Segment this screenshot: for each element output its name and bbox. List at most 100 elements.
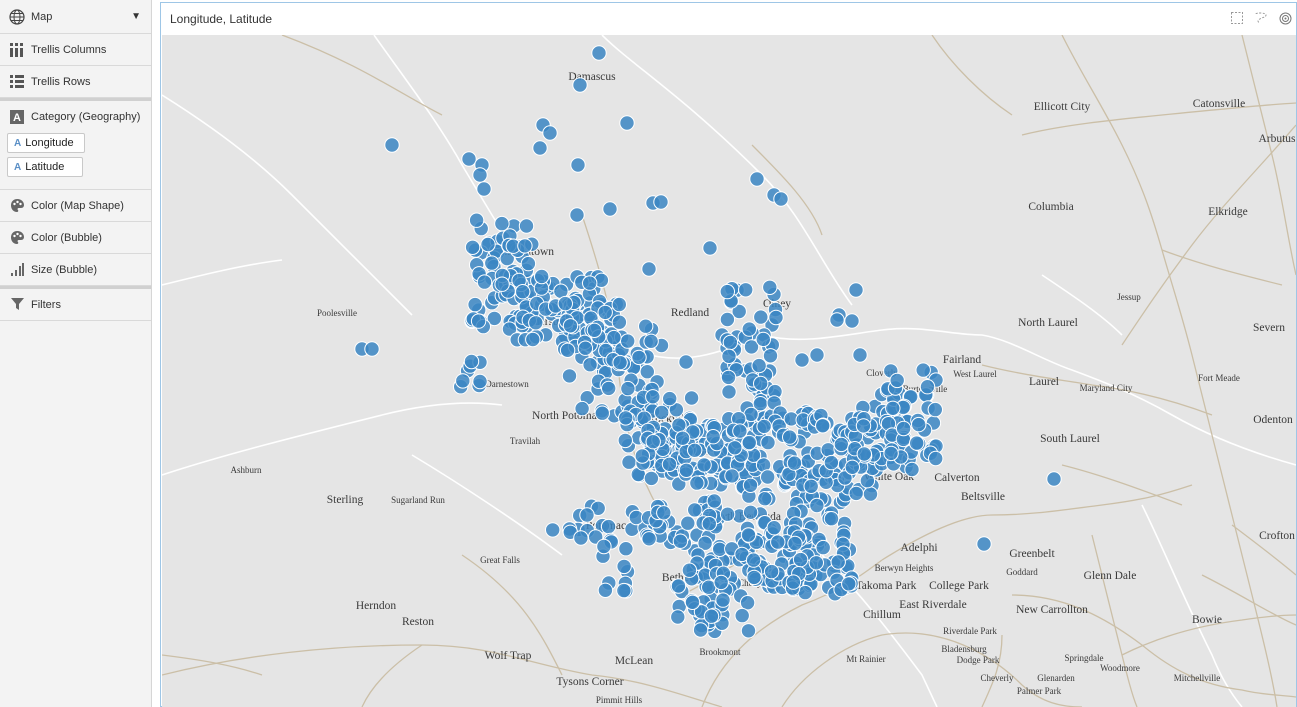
bubble[interactable] (577, 340, 594, 356)
bubble[interactable] (562, 318, 579, 334)
bubble[interactable] (467, 296, 483, 313)
bubble[interactable] (653, 194, 669, 210)
category-drop-target[interactable]: A Category (Geography) A Longitude A Lat… (0, 101, 151, 190)
bubble[interactable] (518, 218, 535, 234)
bubble[interactable] (601, 380, 617, 397)
bubble[interactable] (662, 390, 678, 407)
bubble[interactable] (976, 536, 992, 552)
bubble[interactable] (611, 296, 627, 313)
bubble[interactable] (928, 450, 944, 467)
bubble[interactable] (602, 201, 618, 217)
bubble[interactable] (856, 446, 872, 462)
bubble[interactable] (756, 418, 772, 435)
bubble[interactable] (621, 454, 637, 470)
bubble[interactable] (674, 430, 691, 446)
bubble[interactable] (520, 255, 537, 272)
bubble[interactable] (656, 505, 672, 521)
bubble[interactable] (862, 486, 879, 502)
bubble[interactable] (582, 357, 598, 373)
bubble[interactable] (670, 578, 687, 594)
bubble[interactable] (654, 404, 670, 421)
bubble[interactable] (701, 516, 717, 532)
bubble[interactable] (732, 423, 748, 439)
bubble[interactable] (618, 410, 634, 426)
bubble[interactable] (641, 531, 657, 547)
bubble[interactable] (742, 477, 759, 493)
bubble[interactable] (606, 329, 622, 346)
bubble[interactable] (815, 418, 831, 434)
bubble[interactable] (722, 334, 739, 351)
bubble[interactable] (719, 283, 735, 300)
bubble[interactable] (782, 429, 798, 445)
bubble[interactable] (915, 362, 931, 378)
bubble[interactable] (455, 373, 471, 389)
bubble[interactable] (720, 369, 737, 386)
bubble[interactable] (480, 236, 496, 253)
bubble[interactable] (557, 295, 573, 312)
bubble[interactable] (645, 389, 661, 405)
map-svg[interactable]: DamascusEllicott City CatonsvilleArbutusC… (162, 35, 1296, 707)
bubble[interactable] (751, 357, 767, 374)
bubble[interactable] (617, 432, 633, 449)
bubble[interactable] (579, 507, 595, 523)
trellis-columns-drop-target[interactable]: Trellis Columns (0, 34, 151, 66)
bubble[interactable] (909, 435, 925, 451)
bubble[interactable] (740, 527, 757, 543)
bubble[interactable] (848, 282, 864, 298)
bubble[interactable] (597, 304, 613, 321)
bubble[interactable] (927, 401, 943, 418)
bubble[interactable] (591, 45, 607, 61)
bubble[interactable] (803, 478, 819, 494)
bubble[interactable] (463, 353, 480, 370)
bubble[interactable] (612, 354, 628, 371)
bubble[interactable] (766, 520, 782, 536)
rect-select-icon[interactable] (1230, 11, 1244, 25)
bubble[interactable] (773, 191, 789, 207)
bubble[interactable] (763, 563, 780, 580)
bubble[interactable] (755, 331, 771, 348)
bubble[interactable] (476, 274, 493, 290)
bubble-layer[interactable] (354, 45, 1062, 640)
bubble[interactable] (643, 333, 659, 349)
bubble[interactable] (703, 608, 720, 624)
bubble[interactable] (620, 380, 636, 397)
bubble[interactable] (631, 349, 647, 366)
bubble[interactable] (680, 515, 696, 531)
bubble[interactable] (572, 77, 588, 93)
bubble[interactable] (809, 347, 825, 363)
bubble[interactable] (683, 390, 700, 406)
bubble[interactable] (715, 592, 731, 608)
bubble[interactable] (620, 333, 636, 349)
bubble[interactable] (570, 157, 586, 173)
bubble[interactable] (713, 574, 729, 591)
color-map-shape-drop-target[interactable]: Color (Map Shape) (0, 190, 151, 222)
bubble[interactable] (696, 457, 712, 473)
bubble[interactable] (1046, 471, 1062, 487)
bubble[interactable] (770, 534, 786, 550)
bubble[interactable] (634, 448, 650, 464)
bubble[interactable] (721, 348, 737, 364)
bubble[interactable] (573, 530, 589, 546)
target-icon[interactable] (1278, 11, 1292, 25)
longitude-chip[interactable]: A Longitude (7, 133, 85, 153)
bubble[interactable] (616, 558, 632, 575)
bubble[interactable] (753, 309, 769, 325)
bubble[interactable] (741, 321, 757, 337)
bubble[interactable] (574, 400, 590, 417)
filters-drop-target[interactable]: Filters (0, 289, 151, 321)
bubble[interactable] (741, 434, 757, 451)
bubble[interactable] (515, 284, 531, 300)
bubble[interactable] (742, 504, 759, 520)
bubble[interactable] (848, 485, 864, 502)
bubble[interactable] (829, 312, 845, 328)
bubble[interactable] (692, 622, 709, 638)
map-type-selector[interactable]: Map ▼ (0, 0, 151, 34)
bubble[interactable] (762, 348, 779, 364)
bubble[interactable] (586, 322, 603, 338)
bubble[interactable] (762, 279, 778, 296)
bubble[interactable] (494, 276, 510, 292)
bubble[interactable] (472, 373, 488, 390)
bubble[interactable] (494, 215, 510, 232)
bubble[interactable] (787, 535, 803, 552)
bubble[interactable] (569, 207, 585, 223)
